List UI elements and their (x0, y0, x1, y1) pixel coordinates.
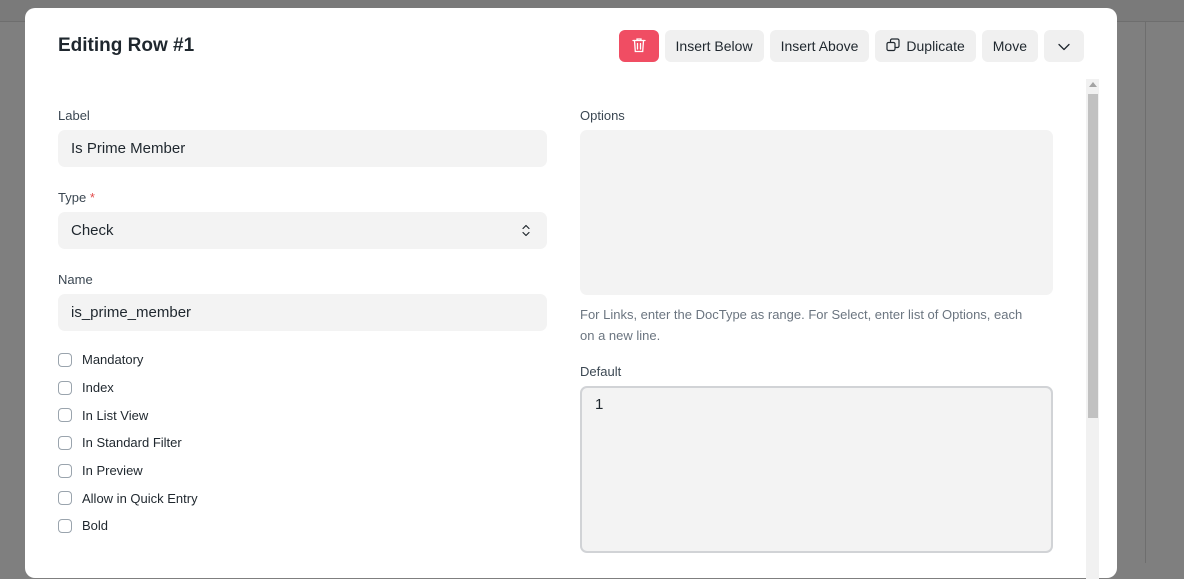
required-mark: * (89, 190, 95, 205)
label-input-value: Is Prime Member (71, 140, 186, 157)
delete-row-button[interactable] (618, 30, 659, 62)
name-input[interactable]: is_prime_member (58, 294, 547, 331)
label-field-label: Label (58, 108, 90, 123)
in-standard-filter-checkbox[interactable] (58, 435, 72, 450)
checkbox-row-index[interactable]: Index (58, 374, 547, 402)
select-updown-icon (522, 223, 530, 238)
checkbox-row-in-preview[interactable]: In Preview (58, 457, 547, 485)
allow-in-quick-entry-checkbox[interactable] (58, 491, 72, 506)
label-input[interactable]: Is Prime Member (58, 130, 547, 167)
default-field: Default 1 (580, 364, 1053, 553)
form-right-column: Options For Links, enter the DocType as … (580, 108, 1053, 553)
in-list-view-checkbox[interactable] (58, 408, 72, 423)
insert-below-button[interactable]: Insert Below (664, 30, 764, 62)
checkbox-label: In Standard Filter (82, 435, 182, 451)
name-field: Name is_prime_member (58, 272, 547, 331)
checkbox-row-in-list-view[interactable]: In List View (58, 401, 547, 429)
checkbox-row-allow-in-quick-entry[interactable]: Allow in Quick Entry (58, 484, 547, 512)
checkbox-row-bold[interactable]: Bold (58, 512, 547, 540)
type-select[interactable]: Check (58, 212, 547, 249)
options-field: Options For Links, enter the DocType as … (580, 108, 1053, 346)
default-field-label: Default (580, 364, 622, 379)
in-preview-checkbox[interactable] (58, 463, 72, 478)
duplicate-button[interactable]: Duplicate (875, 30, 976, 62)
type-field-label: Type * (58, 190, 547, 206)
options-field-label: Options (580, 108, 625, 123)
options-help-text: For Links, enter the DocType as range. F… (580, 307, 1023, 343)
dialog-header: Editing Row #1 Insert Below Insert Above (25, 8, 1117, 80)
type-field: Type * Check (58, 190, 547, 249)
duplicate-label: Duplicate (906, 38, 965, 54)
checkbox-label: Index (82, 380, 114, 396)
name-input-value: is_prime_member (71, 304, 192, 321)
mandatory-checkbox[interactable] (58, 352, 72, 367)
checkbox-list: Mandatory Index In List View In Standard… (58, 346, 547, 540)
dialog-title: Editing Row #1 (58, 35, 195, 56)
scroll-up-arrow-icon[interactable] (1089, 82, 1097, 87)
name-field-label: Name (58, 272, 93, 287)
move-button[interactable]: Move (981, 30, 1038, 62)
trash-icon (631, 37, 646, 56)
type-label-text: Type (58, 190, 87, 205)
edit-row-dialog: Editing Row #1 Insert Below Insert Above (25, 8, 1117, 579)
chevron-down-icon (1058, 38, 1070, 54)
index-checkbox[interactable] (58, 380, 72, 395)
duplicate-icon (886, 37, 900, 55)
checkbox-label: In Preview (82, 463, 143, 479)
checkbox-label: Bold (82, 518, 109, 534)
default-textarea[interactable]: 1 (580, 386, 1053, 553)
checkbox-row-in-standard-filter[interactable]: In Standard Filter (58, 429, 547, 457)
dialog-scrollbar-thumb[interactable] (1088, 94, 1098, 418)
checkbox-label: Mandatory (82, 352, 144, 368)
page-backdrop-divider (1145, 22, 1146, 563)
label-field: Label Is Prime Member (58, 108, 547, 167)
more-actions-button[interactable] (1044, 30, 1084, 62)
form-left-column: Label Is Prime Member Type * Check Name … (58, 108, 547, 540)
checkbox-label: Allow in Quick Entry (82, 490, 198, 506)
insert-above-button[interactable]: Insert Above (769, 30, 870, 62)
checkbox-label: In List View (82, 407, 149, 423)
options-textarea[interactable] (580, 130, 1053, 295)
bold-checkbox[interactable] (58, 518, 72, 533)
checkbox-row-mandatory[interactable]: Mandatory (58, 346, 547, 374)
type-select-value: Check (71, 222, 114, 239)
dialog-actions: Insert Below Insert Above Duplicate Move (618, 30, 1084, 62)
